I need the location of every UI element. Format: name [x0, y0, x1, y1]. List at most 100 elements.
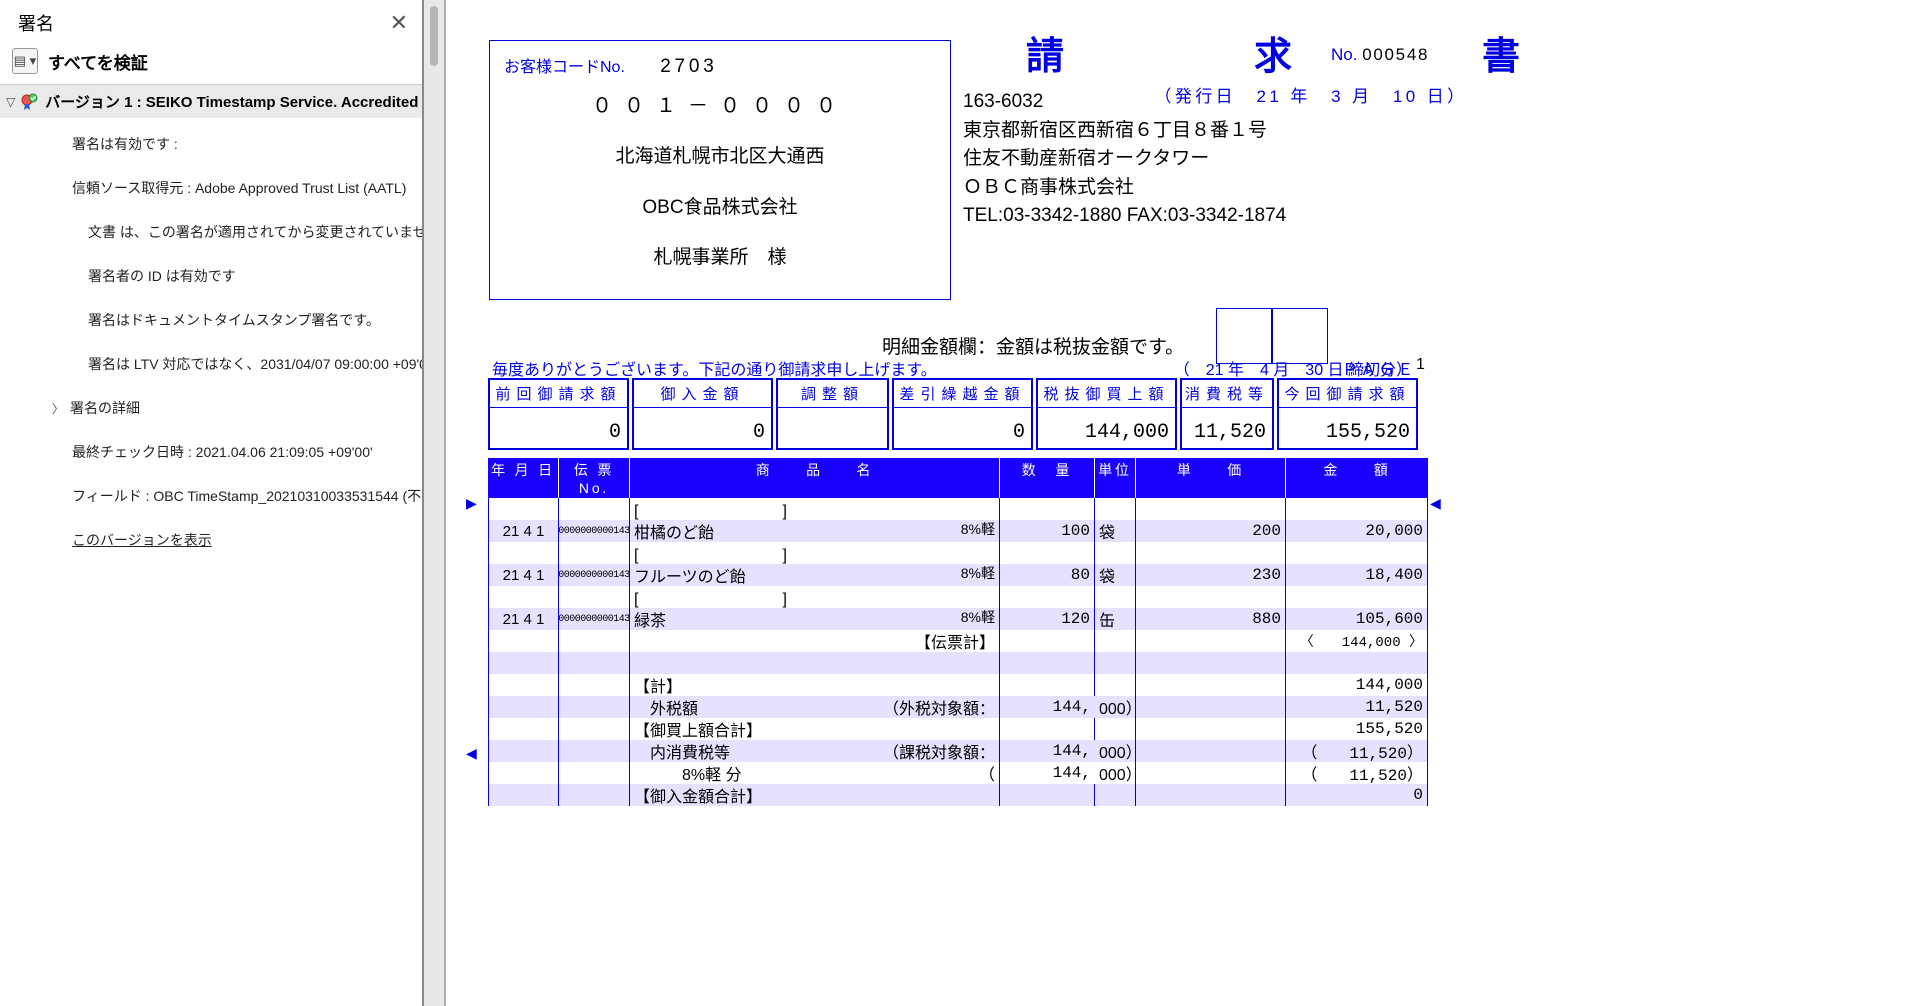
- table-cell: [1136, 784, 1286, 806]
- table-cell: [559, 630, 630, 652]
- table-cell: 袋: [1095, 564, 1136, 586]
- summary-value: 0: [490, 408, 627, 448]
- summary-value: 144,000: [1038, 408, 1175, 448]
- table-cell: [488, 696, 559, 718]
- table-cell: 袋: [1095, 520, 1136, 542]
- customer-address: 北海道札幌市北区大通西: [504, 141, 936, 173]
- sig-detail-label: 署名の詳細: [70, 398, 140, 418]
- detail-header-row: 年 月 日伝 票 No.商 品 名数 量単位単 価金 額: [488, 458, 1428, 498]
- table-cell: 000）: [1095, 696, 1136, 718]
- table-cell: [559, 696, 630, 718]
- signature-detail-toggle[interactable]: 〉 署名の詳細: [24, 386, 422, 430]
- table-cell: [ ]: [630, 542, 1000, 564]
- table-cell: [1136, 652, 1286, 674]
- version-label: バージョン 1 : SEIKO Timestamp Service. Accre…: [45, 91, 422, 112]
- invoice-title: 請 求 書: [1026, 25, 1596, 80]
- panel-options-button[interactable]: ▤ ▾: [12, 48, 38, 74]
- table-cell: 21 4 1: [488, 520, 559, 542]
- table-cell: 000）: [1095, 762, 1136, 784]
- customer-code: 2703: [660, 56, 717, 77]
- table-cell: [488, 784, 559, 806]
- summary-value: 0: [634, 408, 771, 448]
- customer-zip: ００１－００００: [504, 89, 936, 123]
- table-cell: [488, 542, 559, 564]
- table-cell: [488, 652, 559, 674]
- summary-col: 今回御請求額155,520: [1277, 378, 1418, 450]
- sig-unchanged: 文書 は、この署名が適用されてから変更されていません: [24, 210, 422, 254]
- summary-table: 前回御請求額0御入金額0調整額差引繰越金額0税抜御買上額144,000消費税等1…: [488, 378, 1418, 450]
- table-cell: 8%軽 分（: [630, 762, 1000, 784]
- signature-version-row[interactable]: ▽ バージョン 1 : SEIKO Timestamp Service. Acc…: [0, 85, 422, 118]
- detail-header-cell: 単位: [1095, 458, 1136, 498]
- document-viewport[interactable]: 請 求 書 （発行日 21 年 3 月 10 日） No. 000548 お客様…: [446, 0, 1915, 1006]
- panel-scrollbar[interactable]: [424, 0, 446, 1006]
- table-cell: [1136, 696, 1286, 718]
- page-label: ＰＡＧＥ: [1342, 356, 1416, 380]
- table-row: [ ]: [488, 498, 1428, 520]
- table-cell: [1095, 674, 1136, 696]
- detail-header-cell: 商 品 名: [630, 458, 1000, 498]
- table-cell: 外税額（外税対象額：: [630, 696, 1000, 718]
- summary-value: 11,520: [1182, 408, 1272, 448]
- table-row: [ ]: [488, 586, 1428, 608]
- table-cell: [1095, 784, 1136, 806]
- signature-panel: 署名 ✕ ▤ ▾ すべてを検証 ▽ バージョン 1 : SEIKO Timest…: [0, 0, 424, 1006]
- table-cell: [1095, 542, 1136, 564]
- table-cell: [1136, 740, 1286, 762]
- summary-col: 税抜御買上額144,000: [1036, 378, 1177, 450]
- summary-col: 消費税等11,520: [1180, 378, 1274, 450]
- table-cell: [1136, 762, 1286, 784]
- sig-ltv: 署名は LTV 対応ではなく、2031/04/07 09:00:00 +09'0: [24, 342, 422, 386]
- show-version-link[interactable]: このバージョンを表示: [24, 518, 422, 562]
- summary-col: 差引繰越金額0: [892, 378, 1033, 450]
- table-cell: [1136, 718, 1286, 740]
- panel-title: 署名: [18, 10, 54, 36]
- table-cell: 200: [1136, 520, 1286, 542]
- summary-header: 調整額: [778, 380, 887, 408]
- table-row: 【伝票計】 〈 144,000 〉: [488, 630, 1428, 652]
- table-cell: 144,: [1000, 740, 1095, 762]
- table-cell: 〈 144,000 〉: [1286, 630, 1428, 652]
- table-cell: [630, 652, 1000, 674]
- table-cell: [1095, 586, 1136, 608]
- table-cell: [1000, 784, 1095, 806]
- detail-header-cell: 単 価: [1136, 458, 1286, 498]
- table-cell: [1000, 586, 1095, 608]
- summary-header: 御入金額: [634, 380, 771, 408]
- detail-header-cell: 伝 票 No.: [559, 458, 630, 498]
- table-cell: [488, 674, 559, 696]
- table-row: 外税額（外税対象額：144,000）11,520: [488, 696, 1428, 718]
- left-marker2-icon: ◀: [466, 745, 477, 762]
- table-row: 21 4 1000000000001435緑茶8%軽120缶880105,600: [488, 608, 1428, 630]
- verify-all-button[interactable]: すべてを検証: [48, 49, 148, 74]
- sig-doc-ts: 署名はドキュメントタイムスタンプ署名です。: [24, 298, 422, 342]
- table-cell: [559, 784, 630, 806]
- table-cell: 20,000: [1286, 520, 1428, 542]
- table-cell: [559, 652, 630, 674]
- table-cell: 【伝票計】: [630, 630, 1000, 652]
- sig-signer-id: 署名者の ID は有効です: [24, 254, 422, 298]
- table-cell: [1286, 498, 1428, 520]
- sig-field: フィールド : OBC TimeStamp_20210310033531544 …: [24, 474, 422, 518]
- summary-header: 差引繰越金額: [894, 380, 1031, 408]
- left-marker-icon: ▶: [466, 495, 477, 512]
- table-cell: [559, 718, 630, 740]
- table-cell: [1286, 542, 1428, 564]
- table-cell: 000000000001435: [559, 564, 630, 586]
- sender-zip: 163-6032: [963, 88, 1286, 117]
- detail-header-cell: 金 額: [1286, 458, 1428, 498]
- summary-header: 今回御請求額: [1279, 380, 1416, 408]
- table-cell: 80: [1000, 564, 1095, 586]
- close-icon[interactable]: ✕: [390, 10, 408, 36]
- certificate-badge-icon: [21, 93, 39, 111]
- table-cell: 144,: [1000, 762, 1095, 784]
- table-cell: 000）: [1095, 740, 1136, 762]
- table-cell: [1000, 498, 1095, 520]
- table-cell: [559, 498, 630, 520]
- customer-box: お客様コードNo. 2703 ００１－００００ 北海道札幌市北区大通西 OBC食…: [489, 40, 951, 300]
- table-cell: [1095, 718, 1136, 740]
- table-cell: [488, 740, 559, 762]
- table-cell: 【計】: [630, 674, 1000, 696]
- sig-last-check: 最終チェック日時 : 2021.04.06 21:09:05 +09'00': [24, 430, 422, 474]
- table-cell: 緑茶8%軽: [630, 608, 1000, 630]
